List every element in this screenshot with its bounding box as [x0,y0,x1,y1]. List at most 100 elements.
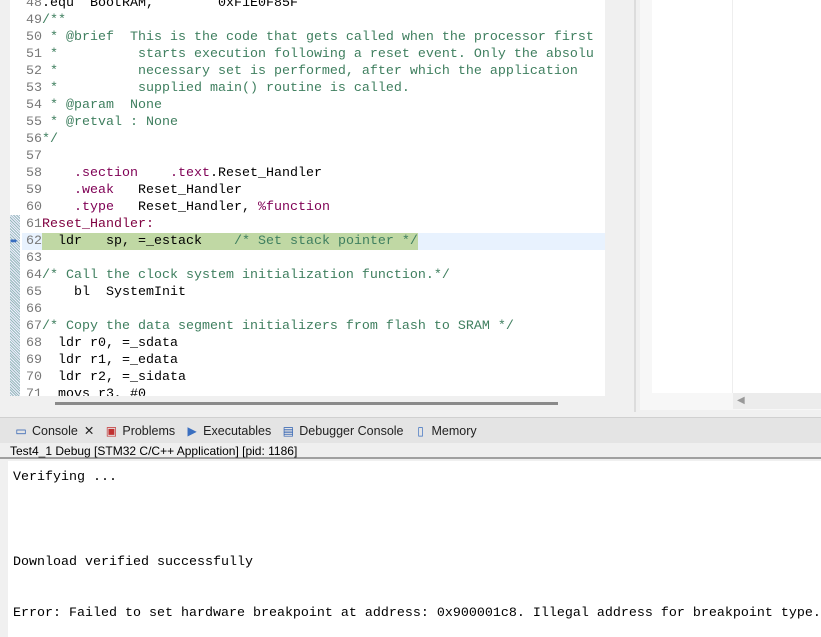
line-number: 66 [26,302,42,317]
console-output[interactable]: Verifying ... Download verified successfu… [8,461,821,637]
close-icon[interactable]: ✕ [84,423,94,438]
code-line[interactable]: 65 bl SystemInit [22,284,605,301]
line-number: 48 [26,0,42,11]
line-number: 54 [26,98,42,113]
debugger-console-icon: ▤ [282,423,294,438]
right-panel: ◀ [640,0,821,410]
editor-vertical-scrollbar[interactable] [605,0,620,396]
code-line[interactable]: 62 ldr sp, =_estack /* Set stack pointer… [22,233,605,250]
code-line[interactable]: 52 * necessary set is performed, after w… [22,63,605,80]
line-number: 59 [26,183,42,198]
line-number: 50 [26,30,42,45]
scroll-left-icon[interactable]: ◀ [737,395,745,406]
code-line[interactable]: 61 Reset_Handler: [22,216,605,233]
panel-divider[interactable] [634,0,636,412]
code-line[interactable]: 66 [22,301,605,318]
code-line[interactable]: 59 .weak Reset_Handler [22,182,605,199]
instruction-pointer-icon: ➨ [10,236,19,247]
line-number: 61 [26,217,42,232]
line-number: 58 [26,166,42,181]
code-text: /* Copy the data segment initializers fr… [42,318,514,335]
line-number: 51 [26,47,42,62]
executables-icon: ▶ [187,423,197,438]
tab-problems[interactable]: ▣ Problems [104,424,175,438]
code-text: .equ BootRAM, 0xF1E0F85F [42,0,298,12]
code-token: Reset_Handler, [114,200,258,215]
tab-executables[interactable]: ▶ Executables [185,423,272,438]
tab-label: Problems [122,423,176,438]
scrollbar-thumb[interactable] [55,402,558,405]
code-token: * starts execution following a reset eve… [42,47,594,62]
right-panel-column [733,0,821,393]
line-number: 52 [26,64,42,79]
code-text: ldr r2, =_sidata [42,369,186,386]
right-panel-horizontal-scrollbar[interactable]: ◀ [733,393,821,409]
line-number: 68 [26,336,42,351]
line-number: 71 [26,387,42,396]
code-text: * supplied main() routine is called. [42,80,410,97]
code-text: bl SystemInit [42,284,186,301]
tab-label: Memory [431,423,477,438]
code-text: */ [42,131,58,148]
code-line[interactable]: 67/* Copy the data segment initializers … [22,318,605,335]
code-line[interactable]: 49/** [22,12,605,29]
view-tabs: ▭ Console ✕ ▣ Problems ▶ Executables ▤ Debugger … [0,417,821,443]
code-line[interactable]: 50 * @brief This is the code that gets c… [22,29,605,46]
code-token: .section [74,166,138,181]
editor-horizontal-scrollbar[interactable] [40,396,620,412]
code-text: /** [42,12,66,29]
code-line[interactable]: 68 ldr r0, =_sdata [22,335,605,352]
tab-console[interactable]: ▭ Console ✕ [14,423,94,439]
code-token: ldr r0, =_sdata [42,336,178,351]
code-token: .type [74,200,114,215]
line-number: 69 [26,353,42,368]
code-text: ldr r0, =_sdata [42,335,178,352]
console-line: Download verified successfully [13,555,253,570]
code-line[interactable]: 58 .section .text.Reset_Handler [22,165,605,182]
console-icon: ▭ [15,423,27,438]
code-token: * @retval : None [42,115,178,130]
line-number: 57 [26,149,42,164]
tab-label: Console [32,423,78,438]
tab-label: Executables [203,423,272,438]
code-line[interactable]: 53 * supplied main() routine is called. [22,80,605,97]
code-token: .Reset_Handler [210,166,322,181]
code-line[interactable]: 57 [22,148,605,165]
code-token: * supplied main() routine is called. [42,81,410,96]
code-token: /* Call the clock system initialization … [42,268,450,283]
code-token: Reset_Handler [114,183,242,198]
code-token: /** [42,13,66,28]
code-text: * @retval : None [42,114,178,131]
code-line[interactable]: 63 [22,250,605,267]
code-text: .type Reset_Handler, %function [42,199,330,216]
code-line[interactable]: 64/* Call the clock system initializatio… [22,267,605,284]
tab-memory[interactable]: ▯ Memory [414,423,477,438]
code-token: bl SystemInit [42,285,186,300]
code-token: * @param None [42,98,162,113]
code-line[interactable]: 48 .equ BootRAM, 0xF1E0F85F [22,0,605,12]
line-number: 56 [26,132,42,147]
code-line[interactable]: 54 * @param None [22,97,605,114]
code-token: .weak [74,183,114,198]
code-token: ldr sp, =_estack [42,234,234,249]
code-token: movs r3, #0 [42,387,146,396]
code-line[interactable]: 56 */ [22,131,605,148]
tab-debugger-console[interactable]: ▤ Debugger Console [281,423,404,438]
editor-gutter [0,0,10,396]
code-line[interactable]: 51 * starts execution following a reset … [22,46,605,63]
code-line[interactable]: 69 ldr r1, =_edata [22,352,605,369]
code-line[interactable]: 60 .type Reset_Handler, %function [22,199,605,216]
code-token: * @brief This is the code that gets call… [42,30,594,45]
line-number: 67 [26,319,42,334]
code-text: ldr sp, =_estack /* Set stack pointer */ [42,233,418,250]
code-line[interactable]: 70 ldr r2, =_sidata [22,369,605,386]
code-editor[interactable]: ➨ 48 .equ BootRAM, 0xF1E0F85F 49/** 50 * @b… [0,0,620,396]
code-line[interactable]: 71 movs r3, #0 [22,386,605,396]
code-line[interactable]: 55 * @retval : None [22,114,605,131]
